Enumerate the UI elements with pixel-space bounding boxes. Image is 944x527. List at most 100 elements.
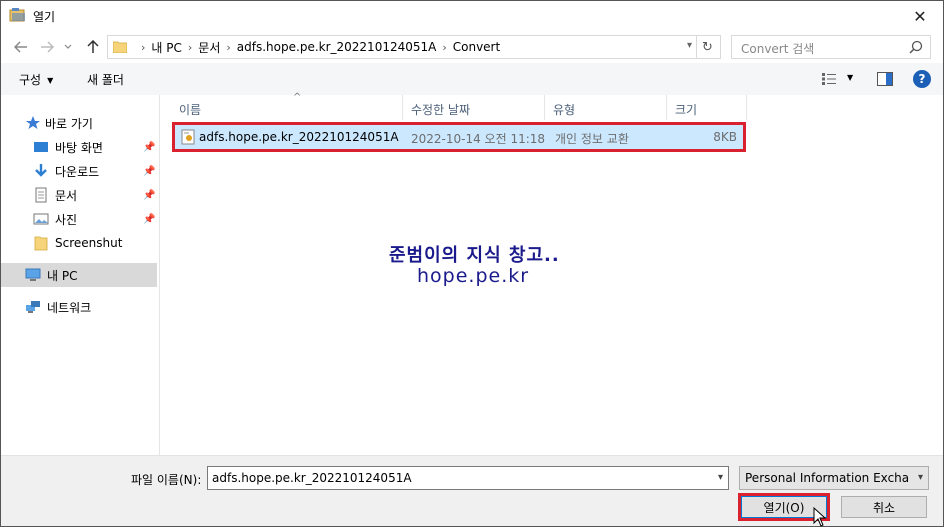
breadcrumb-folder[interactable]: adfs.hope.pe.kr_202210124051A (237, 40, 437, 54)
column-header-size[interactable]: 크기 (667, 95, 747, 120)
up-button[interactable] (83, 37, 103, 57)
search-placeholder: Convert 검색 (741, 42, 815, 56)
network-icon (26, 301, 40, 313)
view-options-icon[interactable] (821, 72, 837, 86)
breadcrumb-separator[interactable]: › (188, 41, 192, 54)
sidebar-item-label: 사진 (55, 212, 78, 227)
help-icon[interactable]: ? (913, 70, 931, 88)
file-type: 개인 정보 교환 (555, 132, 629, 146)
dialog-footer: 파일 이름(N): adfs.hope.pe.kr_202210124051A … (1, 455, 943, 526)
caret-down-icon: ▼ (47, 76, 54, 85)
pin-icon[interactable]: 📌 (143, 166, 155, 177)
chevron-down-icon[interactable]: ▾ (687, 40, 692, 51)
back-button[interactable] (11, 37, 31, 57)
star-icon (26, 116, 40, 129)
preview-pane-icon[interactable] (877, 72, 893, 86)
sidebar-item-label: Screenshut (55, 236, 123, 250)
cancel-button-label: 취소 (872, 500, 896, 515)
file-type-select[interactable]: Personal Information Exchange ▾ (739, 466, 929, 490)
watermark-text: 준범이의 지식 창고.. (389, 245, 560, 266)
pc-icon (25, 268, 41, 281)
new-folder-button[interactable]: 새 폴더 (87, 71, 124, 88)
breadcrumb-separator[interactable]: › (226, 41, 230, 54)
address-bar[interactable]: › 내 PC › 문서 › adfs.hope.pe.kr_2022101240… (107, 35, 721, 59)
sidebar-item-desktop[interactable]: 바탕 화면 📌 (1, 135, 157, 159)
column-header-label: 수정한 날짜 (411, 103, 471, 117)
file-size: 8KB (713, 130, 737, 144)
file-modified: 2022-10-14 오전 11:18 (411, 132, 546, 146)
navigation-bar: › 내 PC › 문서 › adfs.hope.pe.kr_2022101240… (1, 33, 943, 61)
certificate-file-icon (181, 129, 195, 145)
refresh-button[interactable]: ↻ (696, 36, 718, 58)
filename-label: 파일 이름(N): (131, 473, 202, 487)
breadcrumb-separator[interactable]: › (442, 41, 446, 54)
mouse-cursor-icon (813, 507, 827, 527)
sidebar-item-pictures[interactable]: 사진 📌 (1, 207, 157, 231)
column-header-type[interactable]: 유형 (545, 95, 667, 120)
pane-divider[interactable] (159, 95, 160, 455)
column-header-label: 크기 (675, 103, 698, 117)
pin-icon[interactable]: 📌 (143, 190, 155, 201)
filename-input[interactable]: adfs.hope.pe.kr_202210124051A ▾ (207, 466, 729, 490)
column-header-name[interactable]: 이름 ^ (171, 92, 403, 120)
sidebar-item-documents[interactable]: 문서 📌 (1, 183, 157, 207)
cancel-button[interactable]: 취소 (841, 496, 927, 518)
download-icon (35, 164, 47, 177)
chevron-down-icon: ▾ (917, 472, 923, 483)
filename-value: adfs.hope.pe.kr_202210124051A (212, 471, 412, 485)
sidebar-item-network[interactable]: 네트워크 (1, 295, 157, 319)
folder-icon (113, 41, 127, 53)
search-icon (909, 40, 923, 54)
breadcrumb-documents[interactable]: 문서 (198, 39, 220, 56)
folder-icon (34, 236, 48, 251)
arrow-left-icon (14, 41, 27, 53)
forward-button[interactable] (37, 37, 57, 57)
sidebar-item-this-pc[interactable]: 내 PC (1, 263, 157, 287)
file-row[interactable]: adfs.hope.pe.kr_202210124051A 2022-10-14… (172, 122, 746, 152)
file-type-value: Personal Information Exchange (745, 471, 909, 485)
chevron-down-icon[interactable]: ▾ (718, 472, 723, 483)
sidebar-item-label: 문서 (55, 188, 78, 203)
column-header-label: 이름 (179, 103, 202, 117)
breadcrumb-this-pc[interactable]: 내 PC (151, 39, 181, 56)
refresh-icon: ↻ (702, 39, 713, 55)
close-button[interactable]: ✕ (897, 1, 943, 31)
navigation-pane: 바로 가기 바탕 화면 📌 다운로드 📌 문서 📌 사진 📌 Screenshu… (1, 95, 159, 455)
sidebar-item-quick-access[interactable]: 바로 가기 (1, 111, 157, 135)
sidebar-item-label: 다운로드 (55, 164, 100, 179)
caret-down-icon[interactable]: ▼ (847, 73, 853, 82)
title-bar: 열기 ✕ (1, 1, 943, 31)
sidebar-item-label: 바로 가기 (45, 116, 93, 131)
sidebar-item-label: 내 PC (47, 268, 78, 283)
recent-locations-button[interactable] (61, 37, 75, 57)
open-button-label: 열기(O) (763, 500, 805, 515)
desktop-icon (34, 142, 48, 152)
breadcrumb-convert[interactable]: Convert (453, 40, 500, 54)
close-icon: ✕ (913, 6, 927, 26)
breadcrumb-separator: › (141, 40, 146, 54)
new-folder-label: 새 폴더 (87, 73, 124, 87)
column-header-label: 유형 (553, 103, 576, 117)
open-folder-icon (9, 8, 25, 22)
organize-label: 구성 (19, 73, 42, 87)
column-header-modified[interactable]: 수정한 날짜 (403, 95, 545, 120)
organize-button[interactable]: 구성 ▼ (19, 71, 53, 88)
document-icon (35, 187, 47, 203)
open-file-dialog: 열기 ✕ › 내 PC › 문서 › adfs.hope.pe.kr_20221… (0, 0, 944, 527)
picture-icon (33, 213, 49, 225)
pin-icon[interactable]: 📌 (143, 214, 155, 225)
arrow-up-icon (87, 40, 99, 53)
sidebar-item-label: 네트워크 (47, 300, 92, 315)
sidebar-item-screenshut[interactable]: Screenshut (1, 231, 157, 255)
sidebar-item-downloads[interactable]: 다운로드 📌 (1, 159, 157, 183)
command-bar: 구성 ▼ 새 폴더 ▼ ? (1, 63, 943, 95)
watermark-url: hope.pe.kr (417, 265, 530, 287)
arrow-right-icon (41, 41, 54, 53)
chevron-down-icon (64, 44, 72, 49)
window-title: 열기 (33, 10, 56, 24)
file-list: 이름 ^ 수정한 날짜 유형 크기 adfs.hope.pe.kr_202210… (161, 92, 943, 455)
file-name: adfs.hope.pe.kr_202210124051A (199, 130, 399, 144)
sidebar-item-label: 바탕 화면 (55, 140, 103, 155)
search-input[interactable]: Convert 검색 (731, 35, 931, 59)
pin-icon[interactable]: 📌 (143, 142, 155, 153)
